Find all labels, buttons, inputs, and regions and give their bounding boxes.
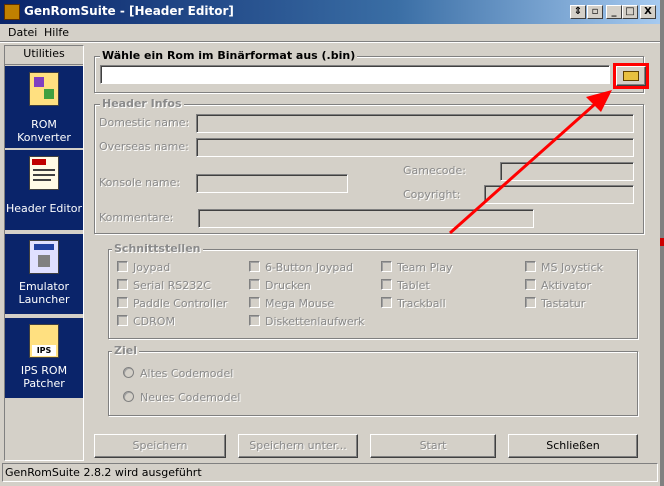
window-title: GenRomSuite - [Header Editor] <box>24 4 234 18</box>
kommentare-field[interactable] <box>198 209 534 228</box>
rom-path-input[interactable] <box>100 65 610 84</box>
mega-mouse-checkbox[interactable] <box>249 297 260 308</box>
domestic-name-field[interactable] <box>196 114 634 133</box>
header-editor-icon <box>29 156 59 190</box>
copyright-field[interactable] <box>484 185 634 204</box>
minimize-button[interactable]: _ <box>606 5 622 19</box>
six-button-joypad-label: 6-Button Joypad <box>265 261 354 274</box>
konsole-name-label: Konsole name: <box>99 176 181 189</box>
ziel-title: Ziel <box>112 344 139 357</box>
serial-rs232c-checkbox[interactable] <box>117 279 128 290</box>
speichern-unter-button[interactable]: Speichern unter... <box>238 434 358 458</box>
gamecode-label: Gamecode: <box>403 164 466 177</box>
joypad-checkbox[interactable] <box>117 261 128 272</box>
neues-codemodel-label: Neues Codemodel <box>140 391 241 404</box>
cdrom-label: CDROM <box>133 315 175 328</box>
sidebar-item-header-editor[interactable]: Header Editor <box>5 150 83 230</box>
sidebar-item-label: Launcher <box>18 293 70 306</box>
drucken-label: Drucken <box>265 279 311 292</box>
schnittstellen-title: Schnittstellen <box>112 242 203 255</box>
sidebar-item-label: Patcher <box>23 377 65 390</box>
copyright-label: Copyright: <box>403 188 461 201</box>
tastatur-checkbox[interactable] <box>525 297 536 308</box>
gamecode-field[interactable] <box>500 162 634 181</box>
title-bar: GenRomSuite - [Header Editor] ⇕ ▫ _ □ X <box>0 0 660 24</box>
paddle-controller-label: Paddle Controller <box>133 297 228 310</box>
ms-joystick-label: MS Joystick <box>541 261 603 274</box>
rom-converter-icon <box>29 72 59 106</box>
aktivator-label: Aktivator <box>541 279 592 292</box>
emulator-launcher-icon <box>29 240 59 274</box>
ips-patcher-icon: IPS <box>29 324 59 358</box>
team-play-label: Team Play <box>397 261 453 274</box>
sidebar-item-label: IPS ROM <box>20 364 68 377</box>
aktivator-checkbox[interactable] <box>525 279 536 290</box>
ms-joystick-checkbox[interactable] <box>525 261 536 272</box>
trackball-checkbox[interactable] <box>381 297 392 308</box>
sidebar-item-emulator-launcher[interactable]: Emulator Launcher <box>5 234 83 314</box>
close-window-button[interactable]: X <box>640 5 656 19</box>
cdrom-checkbox[interactable] <box>117 315 128 326</box>
rom-select-title: Wähle ein Rom im Binärformat aus (.bin) <box>100 49 358 62</box>
folder-open-icon <box>623 71 639 81</box>
serial-rs232c-label: Serial RS232C <box>133 279 211 292</box>
tablet-label: Tablet <box>397 279 430 292</box>
domestic-name-label: Domestic name: <box>99 116 190 129</box>
altes-codemodel-radio[interactable] <box>123 367 134 378</box>
app-icon[interactable] <box>4 4 20 20</box>
trackball-label: Trackball <box>397 297 446 310</box>
drucken-checkbox[interactable] <box>249 279 260 290</box>
diskettenlaufwerk-checkbox[interactable] <box>249 315 260 326</box>
overseas-name-label: Overseas name: <box>99 140 189 153</box>
sidebar-item-label: Header Editor <box>5 202 83 215</box>
sidebar-item-label: Emulator <box>19 280 69 293</box>
team-play-checkbox[interactable] <box>381 261 392 272</box>
six-button-joypad-checkbox[interactable] <box>249 261 260 272</box>
altes-codemodel-label: Altes Codemodel <box>140 367 234 380</box>
joypad-label: Joypad <box>133 261 171 274</box>
sidebar-header: Utilities <box>5 46 83 65</box>
schliessen-button[interactable]: Schließen <box>508 434 638 458</box>
overseas-name-field[interactable] <box>196 138 634 157</box>
sidebar-item-rom-konverter[interactable]: ROM Konverter <box>5 66 83 148</box>
diskettenlaufwerk-label: Diskettenlaufwerk <box>265 315 365 328</box>
ziel-group <box>108 351 638 416</box>
mdi-restore-button[interactable]: ⇕ <box>570 5 586 19</box>
utilities-sidebar: Utilities ROM Konverter Header Editor Em… <box>4 45 84 461</box>
mega-mouse-label: Mega Mouse <box>265 297 335 310</box>
background-window-edge <box>660 238 664 246</box>
status-bar: GenRomSuite 2.8.2 wird ausgeführt <box>2 463 658 482</box>
menu-separator <box>0 41 660 43</box>
kommentare-label: Kommentare: <box>99 211 174 224</box>
sidebar-item-label: ROM Konverter <box>17 118 71 144</box>
browse-button[interactable] <box>616 66 646 86</box>
mdi-window-button[interactable]: ▫ <box>587 5 603 19</box>
sidebar-item-ips-rom-patcher[interactable]: IPS IPS ROM Patcher <box>5 318 83 398</box>
speichern-button[interactable]: Speichern <box>94 434 226 458</box>
ips-icon-text: IPS <box>32 345 56 356</box>
menu-hilfe[interactable]: Hilfe <box>44 26 69 39</box>
menu-datei[interactable]: Datei <box>8 26 37 39</box>
menu-bar: Datei Hilfe <box>0 24 660 41</box>
maximize-button[interactable]: □ <box>622 5 638 19</box>
paddle-controller-checkbox[interactable] <box>117 297 128 308</box>
header-infos-title: Header Infos <box>100 97 184 110</box>
neues-codemodel-radio[interactable] <box>123 391 134 402</box>
start-button[interactable]: Start <box>370 434 496 458</box>
tastatur-label: Tastatur <box>541 297 586 310</box>
tablet-checkbox[interactable] <box>381 279 392 290</box>
konsole-name-field[interactable] <box>196 174 348 193</box>
